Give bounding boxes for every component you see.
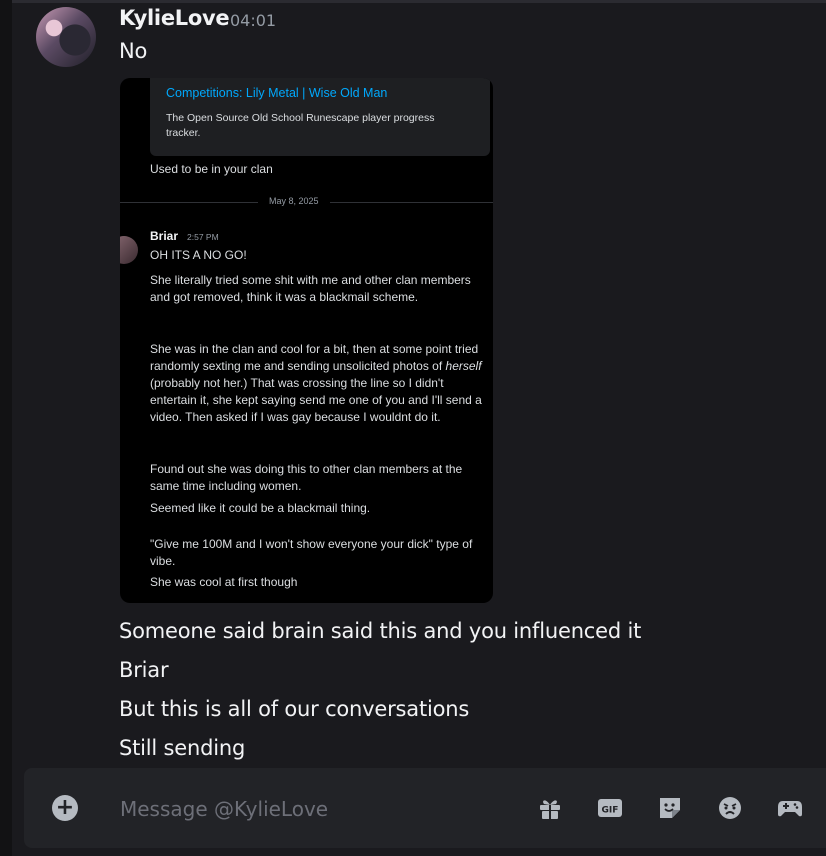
svg-text:GIF: GIF: [602, 806, 619, 816]
gif-icon[interactable]: GIF: [596, 794, 624, 822]
message-input[interactable]: [118, 788, 522, 830]
message-text: Still sending: [119, 736, 246, 760]
screenshot-avatar: [120, 236, 138, 264]
screenshot-text: Seemed like it could be a blackmail thin…: [150, 501, 371, 515]
top-divider: [12, 0, 826, 3]
embed-description: The Open Source Old School Runescape pla…: [166, 112, 435, 139]
screenshot-text-part: (probably not her.) That was crossing th…: [150, 376, 482, 424]
server-rail-edge: [0, 0, 12, 856]
screenshot-author: Briar: [150, 229, 179, 243]
screenshot-text: She was cool at first though: [150, 575, 298, 589]
screenshot-text: She was in the clan and cool for a bit, …: [150, 341, 490, 426]
screenshot-text: Used to be in your clan: [150, 162, 273, 176]
activity-icon[interactable]: [776, 794, 804, 822]
image-attachment[interactable]: Competitions: Lily Metal | Wise Old Man …: [120, 78, 493, 603]
date-divider-line-right: [330, 202, 493, 203]
message-author[interactable]: KylieLove: [119, 6, 230, 30]
screenshot-text: Found out she was doing this to other cl…: [150, 462, 463, 493]
message-text: No: [119, 39, 148, 63]
date-divider-line-left: [120, 202, 258, 203]
message-composer: + GIF: [24, 768, 826, 848]
gift-icon[interactable]: [536, 794, 564, 822]
embed-title-link[interactable]: Competitions: Lily Metal | Wise Old Man: [166, 86, 387, 100]
link-embed: Competitions: Lily Metal | Wise Old Man …: [150, 78, 490, 156]
screenshot-text: OH ITS A NO GO!: [150, 248, 247, 262]
upload-plus-icon[interactable]: +: [52, 795, 78, 821]
date-divider: May 8, 2025: [269, 196, 319, 206]
screenshot-timestamp: 2:57 PM: [187, 232, 219, 242]
screenshot-text-emphasis: herself: [445, 359, 482, 373]
screenshot-text-part: She was in the clan and cool for a bit, …: [150, 342, 479, 373]
message-text: But this is all of our conversations: [119, 697, 470, 721]
avatar[interactable]: [36, 7, 96, 67]
message-text: Someone said brain said this and you inf…: [119, 619, 642, 643]
emoji-icon[interactable]: [716, 794, 744, 822]
sticker-icon[interactable]: [656, 794, 684, 822]
screenshot-text: "Give me 100M and I won't show everyone …: [150, 537, 473, 568]
message-text: Briar: [119, 658, 169, 682]
screenshot-text: She literally tried some shit with me an…: [150, 273, 471, 304]
message-timestamp[interactable]: 04:01: [230, 11, 276, 30]
